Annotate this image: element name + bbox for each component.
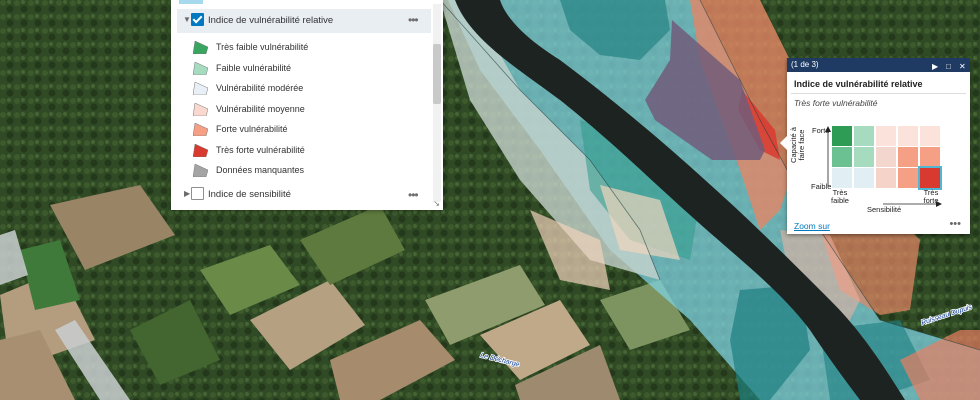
layer-list-panel: ▼ Indice de vulnérabilité relative ••• T… xyxy=(171,0,443,210)
chevron-down-icon[interactable]: ▼ xyxy=(183,15,191,24)
legend-swatch xyxy=(192,163,209,178)
ellipsis-icon[interactable]: ••• xyxy=(408,188,419,202)
legend-label: Très faible vulnérabilité xyxy=(216,42,309,52)
chevron-right-icon[interactable]: ▶ xyxy=(184,189,190,198)
resize-handle-icon[interactable]: ↘ xyxy=(433,199,440,208)
layer-title: Indice de sensibilité xyxy=(208,189,291,200)
ellipsis-icon[interactable]: ••• xyxy=(949,218,961,230)
next-icon[interactable]: ▶ xyxy=(932,60,938,74)
legend-item: Données manquantes xyxy=(192,163,413,179)
popup-pointer xyxy=(780,136,787,150)
legend-swatch xyxy=(192,40,209,55)
legend-label: Données manquantes xyxy=(216,165,305,175)
popup-header: (1 de 3) ▶ □ ✕ xyxy=(787,58,970,72)
legend-swatch xyxy=(192,122,209,137)
legend-swatch xyxy=(192,61,209,75)
layer-title: Indice de vulnérabilité relative xyxy=(208,15,334,26)
axis-arrows xyxy=(825,126,942,207)
popup-counter: (1 de 3) xyxy=(791,60,819,69)
maximize-icon[interactable]: □ xyxy=(946,60,951,74)
legend-swatch xyxy=(192,81,209,96)
legend-swatch xyxy=(192,102,209,116)
legend-label: Forte vulnérabilité xyxy=(216,124,288,134)
legend-label: Vulnérabilité modérée xyxy=(216,83,304,93)
legend-item: Très forte vulnérabilité xyxy=(192,143,413,159)
popup-title: Indice de vulnérabilité relative xyxy=(794,79,923,89)
popup-subtitle: Très forte vulnérabilité xyxy=(794,98,878,108)
ellipsis-icon[interactable]: ••• xyxy=(408,13,419,27)
layer-checkbox-vulnerability[interactable] xyxy=(191,13,204,26)
divider xyxy=(791,93,966,94)
legend-item: Vulnérabilité modérée xyxy=(192,81,413,97)
close-icon[interactable]: ✕ xyxy=(959,60,966,74)
layer-checkbox-sensitivity[interactable] xyxy=(191,187,204,200)
legend-item: Forte vulnérabilité xyxy=(192,122,413,138)
feature-popup: (1 de 3) ▶ □ ✕ Indice de vulnérabilité r… xyxy=(780,58,970,234)
legend-item: Faible vulnérabilité xyxy=(192,61,413,77)
layer-color-strip xyxy=(179,0,203,4)
legend-label: Vulnérabilité moyenne xyxy=(216,103,305,114)
legend-swatch xyxy=(192,143,209,157)
legend-label: Faible vulnérabilité xyxy=(216,62,292,73)
zoom-to-link[interactable]: Zoom sur xyxy=(794,221,830,231)
y-axis-label: Capacité à faire face xyxy=(789,127,806,163)
legend-label: Très forte vulnérabilité xyxy=(216,144,305,155)
scrollbar-thumb[interactable] xyxy=(433,44,441,104)
legend-item: Très faible vulnérabilité xyxy=(192,40,413,56)
legend-item: Vulnérabilité moyenne xyxy=(192,102,413,118)
